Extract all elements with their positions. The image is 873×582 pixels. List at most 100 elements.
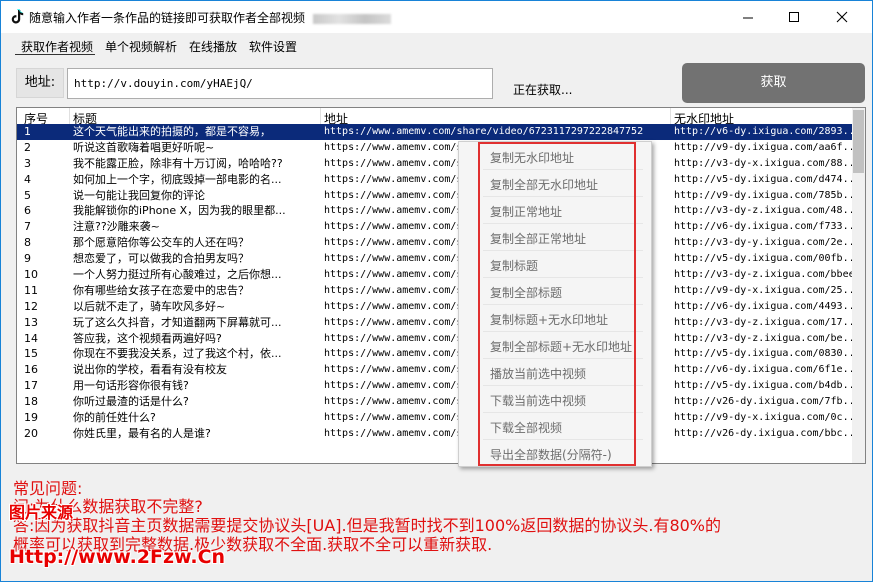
table-row[interactable]: 1 这个天气能出来的拍摄的，都是不容易， https://www.amemv.com… [17, 124, 854, 140]
list-vertical-scrollbar[interactable] [852, 108, 865, 463]
row-index: 4 [24, 172, 31, 186]
row-no-watermark-url: http://v5-dy.ixigua.com/0830... [674, 348, 854, 360]
table-row[interactable]: 15 你现在不要我没关系，过了我这个村，依... https://www.amemv… [17, 346, 854, 362]
maximize-button[interactable] [771, 1, 817, 33]
row-title: 以后就不走了，骑车吹风多好~ [73, 299, 226, 313]
row-index: 14 [24, 331, 38, 345]
row-index: 1 [24, 125, 31, 138]
row-no-watermark-url: http://v6-dy.ixigua.com/2893... [674, 126, 854, 137]
row-title: 用一句话形容你很有钱? [73, 379, 189, 393]
row-index: 16 [24, 363, 38, 377]
row-no-watermark-url: http://v26-dy.ixigua.com/bbc... [674, 427, 854, 439]
row-no-watermark-url: http://v3-dy-x.ixigua.com/88... [674, 157, 854, 169]
row-index: 5 [24, 188, 31, 202]
row-index: 11 [24, 283, 38, 297]
row-title: 一个人努力挺过所有心酸难过，之后你想... [73, 268, 282, 282]
table-row[interactable]: 17 用一句话形容你很有钱? https://www.amemv.com/share… [17, 378, 854, 394]
column-divider [320, 108, 321, 124]
close-button[interactable] [819, 1, 865, 33]
minimize-icon [743, 17, 753, 19]
scrollbar-thumb[interactable] [853, 110, 864, 173]
row-title: 你的前任姓什么? [73, 411, 156, 425]
table-row[interactable]: 2 听说这首歌嗨着唱更好听呢~ https://www.amemv.com/shar… [17, 140, 854, 156]
row-no-watermark-url: http://v6-dy.ixigua.com/f733... [674, 221, 854, 233]
table-row[interactable]: 6 我能解锁你的iPhone X，因为我的眼里都... https://www.am… [17, 203, 854, 219]
title-bar: 随意输入作者一条作品的链接即可获取作者全部视频 [1, 1, 872, 33]
row-no-watermark-url: http://v6-dy.ixigua.com/4493... [674, 300, 854, 312]
column-divider [69, 108, 70, 124]
table-row[interactable]: 18 你听过最渣的话是什么? https://www.amemv.com/share… [17, 394, 854, 410]
table-row[interactable]: 4 如何加上一个字，彻底毁掉一部电影的名... https://www.amemv.… [17, 172, 854, 188]
row-title: 想恋爱了，可以做我的合拍男友吗？ [73, 252, 249, 266]
tab-get-author-videos[interactable]: 获取作者视频 [21, 38, 93, 55]
fetch-button[interactable]: 获取 [682, 63, 865, 103]
table-row[interactable]: 8 那个愿意陪你等公交车的人还在吗？ https://www.amemv.com/s… [17, 235, 854, 251]
table-row[interactable]: 16 说出你的学校，看看有没有校友 https://www.amemv.com/sh… [17, 362, 854, 378]
app-window: 随意输入作者一条作品的链接即可获取作者全部视频 获取作者视频 单个视频解析 在线… [0, 0, 873, 582]
row-no-watermark-url: http://v9-dy.ixigua.com/aa6f... [674, 141, 854, 153]
context-menu-highlight-frame [478, 142, 636, 466]
table-row[interactable]: 10 一个人努力挺过所有心酸难过，之后你想... https://www.amemv… [17, 267, 854, 283]
row-title: 我能解锁你的iPhone X，因为我的眼里都... [73, 204, 286, 218]
tab-online-play[interactable]: 在线播放 [189, 38, 237, 55]
table-row[interactable]: 11 你有哪些给女孩子在恋爱中的忠告？ https://www.amemv.com/… [17, 283, 854, 299]
row-title: 你有哪些给女孩子在恋爱中的忠告？ [73, 283, 249, 297]
tab-single-video-parse[interactable]: 单个视频解析 [105, 38, 177, 55]
row-no-watermark-url: http://v26-dy.ixigua.com/7fb... [674, 396, 854, 408]
row-title: 玩了这么久抖音，才知道翻两下屏幕就可... [73, 315, 282, 329]
row-title: 这个天气能出来的拍摄的，都是不容易， [73, 125, 271, 138]
row-no-watermark-url: http://v6-dy.ixigua.com/6f1e... [674, 364, 854, 376]
row-no-watermark-url: http://v9-dy.ixigua.com/785b... [674, 189, 854, 201]
table-row[interactable]: 9 想恋爱了，可以做我的合拍男友吗？ https://www.amemv.com/s… [17, 251, 854, 267]
row-no-watermark-url: http://v3-dy-z.ixigua.com/be... [674, 332, 854, 344]
row-index: 8 [24, 236, 31, 250]
tab-software-settings[interactable]: 软件设置 [249, 38, 297, 55]
list-header: 序号 标题 地址 无水印地址 [17, 108, 853, 126]
row-no-watermark-url: http://v3-dy-z.ixigua.com/bbee... [674, 269, 854, 281]
table-row[interactable]: 3 我不能露正脸，除非有十万订阅，哈哈哈?? https://www.amemv.c… [17, 156, 854, 172]
table-row[interactable]: 12 以后就不走了，骑车吹风多好~ https://www.amemv.com/sh… [17, 299, 854, 315]
row-title: 我不能露正脸，除非有十万订阅，哈哈哈?? [73, 156, 283, 170]
row-index: 6 [24, 204, 31, 218]
row-title: 说出你的学校，看看有没有校友 [73, 363, 227, 377]
maximize-icon [789, 12, 799, 22]
row-title: 答应我，这个视频看两遍好吗? [73, 331, 222, 345]
row-no-watermark-url: http://v3-dy-z.ixigua.com/17... [674, 316, 854, 328]
watermark-url: Http://www.2Fzw.Cn [9, 546, 226, 568]
redacted-text-blur [313, 13, 392, 24]
row-title: 说一句能让我回复你的评论 [73, 188, 205, 202]
row-index: 7 [24, 220, 31, 234]
table-row[interactable]: 13 玩了这么久抖音，才知道翻两下屏幕就可... https://www.amemv… [17, 315, 854, 331]
tab-bar: 获取作者视频 单个视频解析 在线播放 软件设置 [1, 35, 872, 55]
row-title: 听说这首歌嗨着唱更好听呢~ [73, 140, 215, 154]
table-row[interactable]: 14 答应我，这个视频看两遍好吗? https://www.amemv.com/sh… [17, 331, 854, 347]
row-no-watermark-url: http://v9-dy-x.ixigua.com/25... [674, 284, 854, 296]
active-tab-indicator [15, 54, 95, 55]
table-row[interactable]: 20 你姓氏里，最有名的人是谁? https://www.amemv.com/sha… [17, 426, 854, 442]
close-icon [836, 11, 848, 23]
status-text: 正在获取... [513, 83, 573, 97]
row-title: 你听过最渣的话是什么? [73, 395, 189, 409]
row-no-watermark-url: http://v9-dy-x.ixigua.com/0c... [674, 412, 854, 424]
row-no-watermark-url: http://v3-dy-z.ixigua.com/48... [674, 205, 854, 217]
minimize-button[interactable] [725, 1, 771, 33]
row-no-watermark-url: http://v3-dy-y.ixigua.com/2e... [674, 237, 854, 249]
row-index: 2 [24, 140, 31, 154]
row-index: 18 [24, 395, 38, 409]
row-title: 你姓氏里，最有名的人是谁? [73, 426, 211, 440]
table-row[interactable]: 7 注意??沙雕来袭~ https://www.amemv.com/share htt… [17, 219, 854, 235]
row-title: 如何加上一个字，彻底毁掉一部电影的名... [73, 172, 282, 186]
column-divider [670, 108, 671, 124]
table-row[interactable]: 5 说一句能让我回复你的评论 https://www.amemv.com/share… [17, 188, 854, 204]
row-index: 20 [24, 426, 38, 440]
table-row[interactable]: 19 你的前任姓什么? https://www.amemv.com/share htt… [17, 410, 854, 426]
row-no-watermark-url: http://v5-dy.ixigua.com/00fb... [674, 253, 854, 265]
row-title: 你现在不要我没关系，过了我这个村，依... [73, 347, 282, 361]
video-list[interactable]: 序号 标题 地址 无水印地址 1 这个天气能出来的拍摄的，都是不容易， https:… [16, 107, 866, 464]
address-label: 地址: [16, 68, 64, 98]
row-index: 12 [24, 299, 38, 313]
address-input[interactable]: http://v.douyin.com/yHAEjQ/ [67, 68, 493, 99]
list-rows: 1 这个天气能出来的拍摄的，都是不容易， https://www.amemv.com… [17, 124, 854, 442]
row-no-watermark-url: http://v5-dy.ixigua.com/d474... [674, 173, 854, 185]
window-title: 随意输入作者一条作品的链接即可获取作者全部视频 [29, 9, 392, 26]
